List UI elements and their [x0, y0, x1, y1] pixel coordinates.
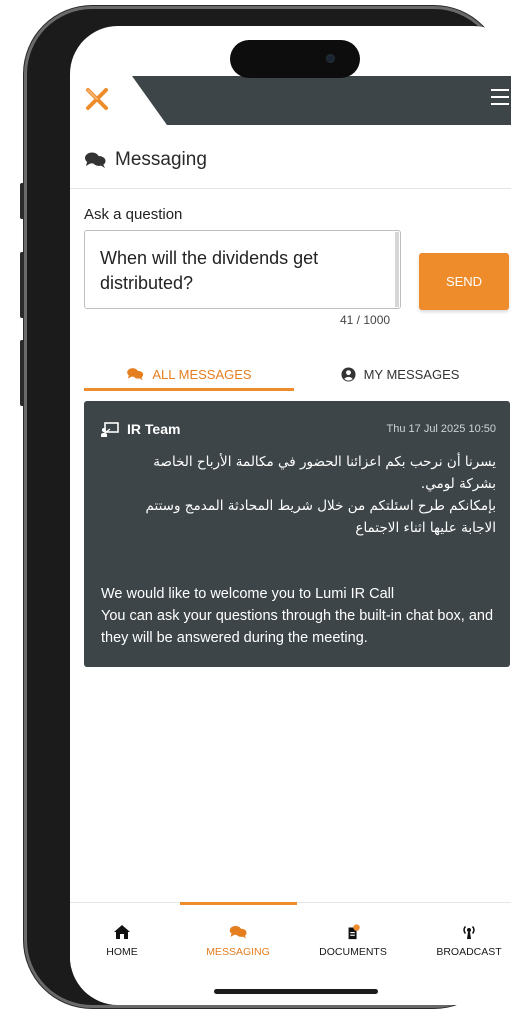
- active-nav-indicator: [180, 902, 297, 905]
- hamburger-icon[interactable]: [491, 89, 509, 107]
- question-input[interactable]: When will the dividends get distributed?: [84, 230, 401, 309]
- ask-question-label: Ask a question: [84, 206, 183, 223]
- section-title: Messaging: [84, 146, 207, 174]
- nav-label: HOME: [106, 946, 138, 958]
- user-circle-icon: [341, 366, 356, 382]
- message-timestamp: Thu 17 Jul 2025 10:50: [386, 423, 496, 435]
- active-tab-indicator: [84, 388, 294, 391]
- sender-name: IR Team: [127, 421, 181, 437]
- page-title: Messaging: [115, 149, 207, 170]
- home-indicator[interactable]: [214, 989, 378, 994]
- send-button[interactable]: SEND: [419, 253, 509, 310]
- tab-my-messages[interactable]: MY MESSAGES: [295, 354, 505, 394]
- chat-bubbles-icon: [229, 925, 247, 939]
- home-icon: [114, 925, 130, 939]
- header-band: [132, 76, 511, 125]
- nav-home[interactable]: HOME: [77, 924, 167, 958]
- divider: [70, 188, 511, 189]
- message-card: IR Team Thu 17 Jul 2025 10:50 يسرنا أن ن…: [84, 401, 510, 667]
- app-header: [70, 76, 511, 125]
- nav-label: DOCUMENTS: [319, 946, 387, 958]
- nav-messaging[interactable]: MESSAGING: [193, 924, 283, 958]
- nav-label: MESSAGING: [206, 946, 270, 958]
- nav-documents[interactable]: DOCUMENTS: [308, 924, 398, 958]
- x-logo-icon[interactable]: [85, 87, 109, 111]
- broadcast-icon: [463, 925, 475, 939]
- chat-bubbles-icon: [127, 368, 144, 381]
- nav-broadcast[interactable]: BROADCAST: [424, 924, 511, 958]
- chat-bubbles-icon: [85, 152, 106, 168]
- nav-label: BROADCAST: [436, 946, 502, 958]
- message-text-arabic: يسرنا أن نرحب بكم اعزائنا الحضور في مكال…: [145, 454, 496, 536]
- camera-icon: [327, 55, 334, 62]
- char-counter: 41 / 1000: [340, 313, 391, 327]
- tab-label: ALL MESSAGES: [152, 366, 252, 382]
- message-header: IR Team: [101, 421, 180, 437]
- document-icon: [348, 924, 360, 940]
- phone-screen: Messaging Ask a question When will the d…: [70, 26, 511, 1005]
- phone-frame: Messaging Ask a question When will the d…: [24, 6, 511, 1008]
- tab-label: MY MESSAGES: [363, 366, 460, 382]
- dynamic-island: [230, 40, 360, 78]
- presenter-icon: [101, 421, 119, 437]
- message-text-english: We would like to welcome you to Lumi IR …: [101, 586, 494, 646]
